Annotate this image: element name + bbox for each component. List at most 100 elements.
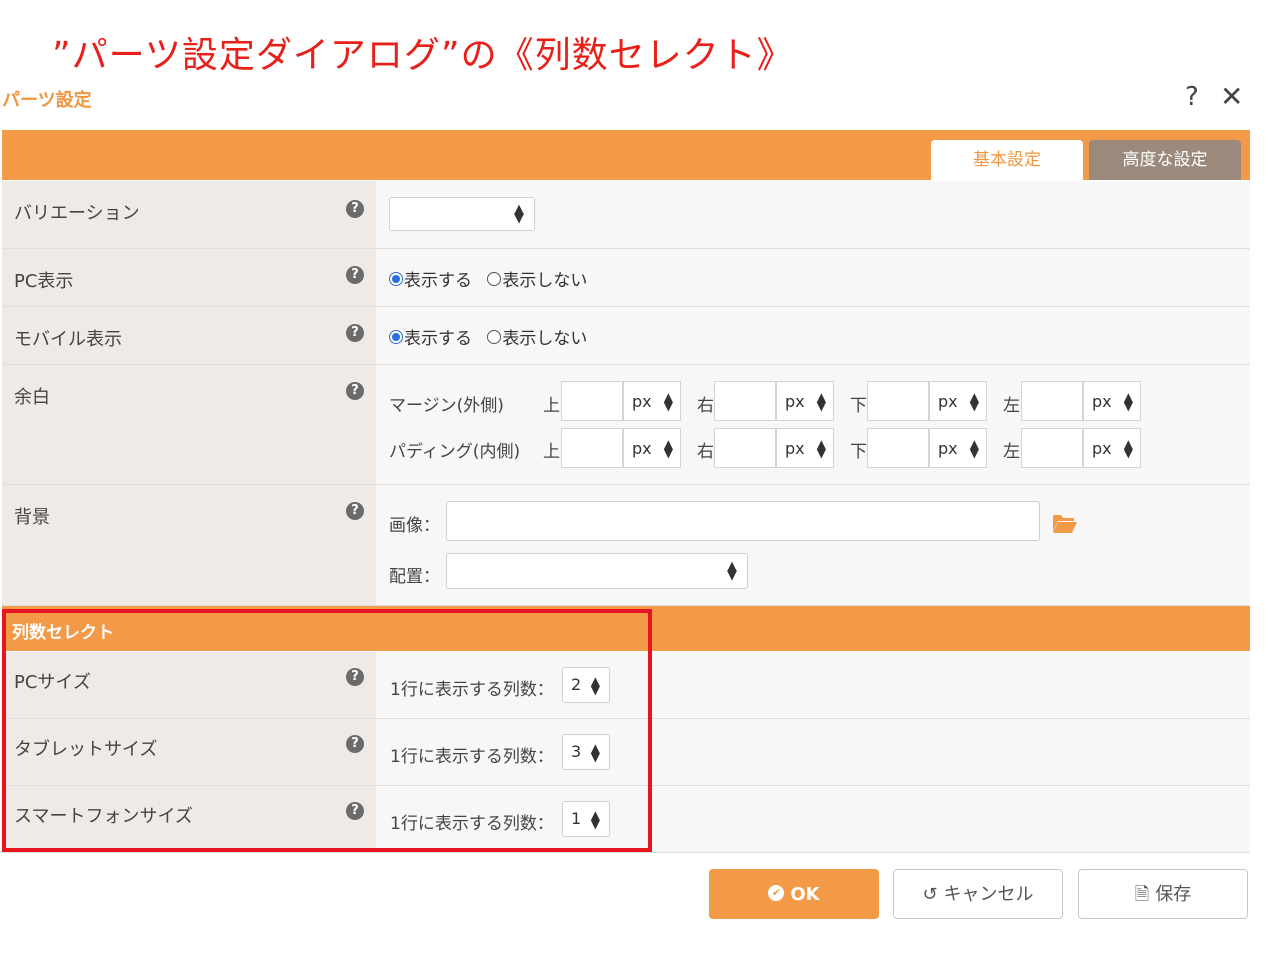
sort-caret-icon: ▲ ▼ xyxy=(816,390,826,413)
sort-caret-icon: ▲ ▼ xyxy=(663,437,673,460)
pc-columns-value: 2 xyxy=(571,675,582,694)
tab-basic-settings[interactable]: 基本設定 xyxy=(931,140,1083,180)
pc-size-row: PCサイズ ? 1行に表示する列数： 2 ▲ ▼ xyxy=(2,652,1250,719)
margin-top-unit-select[interactable]: px ▲ ▼ xyxy=(623,381,681,421)
help-circle-icon[interactable]: ? xyxy=(346,382,364,400)
sort-caret-icon: ▲ ▼ xyxy=(663,390,673,413)
padding-bottom-input[interactable] xyxy=(867,428,929,468)
mobile-display-show-option[interactable]: 表示する xyxy=(389,329,472,349)
check-circle-icon: ✔ xyxy=(768,885,785,901)
smartphone-columns-select[interactable]: 1 ▲ ▼ xyxy=(562,801,610,837)
columns-per-row-label: 1行に表示する列数： xyxy=(390,814,554,834)
smartphone-size-row: スマートフォンサイズ ? 1行に表示する列数： 1 ▲ ▼ xyxy=(2,786,1250,853)
padding-right-label: 右 xyxy=(697,442,714,462)
padding-top-label: 上 xyxy=(543,442,560,462)
padding-left-input[interactable] xyxy=(1021,428,1083,468)
sort-caret-icon: ▲ ▼ xyxy=(816,437,826,460)
label-cell: タブレットサイズ ? xyxy=(2,719,376,785)
sort-caret-icon: ▲ ▼ xyxy=(1123,437,1133,460)
position-label: 配置： xyxy=(389,567,440,587)
smartphone-size-label: スマートフォンサイズ xyxy=(14,806,193,827)
padding-left-label: 左 xyxy=(1003,442,1020,462)
margin-top-input[interactable] xyxy=(561,381,623,421)
undo-icon: ↺ xyxy=(922,884,938,905)
background-label: 背景 xyxy=(14,507,50,528)
help-circle-icon[interactable]: ? xyxy=(346,502,364,520)
smartphone-columns-value: 1 xyxy=(571,809,582,828)
cancel-button[interactable]: ↺ キャンセル xyxy=(893,869,1063,919)
margin-left-unit-select[interactable]: px ▲ ▼ xyxy=(1083,381,1141,421)
margin-right-unit-select[interactable]: px ▲ ▼ xyxy=(776,381,834,421)
pc-display-hide-option[interactable]: 表示しない xyxy=(487,271,587,291)
option-label: 表示する xyxy=(404,329,472,349)
radio-unchecked-icon[interactable] xyxy=(487,330,502,344)
margin-bottom-unit-select[interactable]: px ▲ ▼ xyxy=(929,381,987,421)
margin-top-label: 上 xyxy=(543,396,560,416)
pc-size-label: PCサイズ xyxy=(14,672,91,693)
columns-per-row-label: 1行に表示する列数： xyxy=(390,747,554,767)
help-circle-icon[interactable]: ? xyxy=(346,735,364,753)
option-label: 表示する xyxy=(404,271,472,291)
tablet-columns-select[interactable]: 3 ▲ ▼ xyxy=(562,734,610,770)
position-select[interactable]: ▲ ▼ xyxy=(446,553,748,589)
margin-bottom-input[interactable] xyxy=(867,381,929,421)
option-label: 表示しない xyxy=(502,271,588,291)
mobile-display-label: モバイル表示 xyxy=(14,329,122,350)
image-label: 画像： xyxy=(389,516,440,536)
pc-display-row: PC表示 ? 表示する 表示しない xyxy=(2,249,1250,307)
tablet-size-label: タブレットサイズ xyxy=(14,739,158,760)
pc-columns-select[interactable]: 2 ▲ ▼ xyxy=(562,667,610,703)
ok-label: OK xyxy=(790,884,820,905)
radio-unchecked-icon[interactable] xyxy=(487,272,502,286)
padding-top-unit-select[interactable]: px ▲ ▼ xyxy=(623,428,681,468)
image-path-input[interactable] xyxy=(446,501,1040,541)
unit-value: px xyxy=(938,392,958,411)
folder-open-icon[interactable] xyxy=(1052,512,1078,534)
mobile-display-hide-option[interactable]: 表示しない xyxy=(487,329,587,349)
label-cell: PCサイズ ? xyxy=(2,652,376,718)
column-select-title: 列数セレクト xyxy=(12,623,114,643)
variation-select[interactable]: ▲ ▼ xyxy=(389,197,535,231)
help-circle-icon[interactable]: ? xyxy=(346,200,364,218)
margin-bottom-label: 下 xyxy=(850,396,867,416)
close-button[interactable]: ✕ xyxy=(1220,80,1243,113)
ok-button[interactable]: ✔ OK xyxy=(709,869,879,919)
unit-value: px xyxy=(938,439,958,458)
unit-value: px xyxy=(1092,392,1112,411)
help-circle-icon[interactable]: ? xyxy=(346,668,364,686)
unit-value: px xyxy=(632,392,652,411)
help-button[interactable]: ? xyxy=(1185,82,1199,112)
padding-right-input[interactable] xyxy=(714,428,776,468)
unit-value: px xyxy=(1092,439,1112,458)
unit-value: px xyxy=(632,439,652,458)
column-select-section-header: 列数セレクト xyxy=(2,606,1250,651)
cancel-label: キャンセル xyxy=(943,884,1034,905)
pc-display-show-option[interactable]: 表示する xyxy=(389,271,472,291)
radio-checked-icon[interactable] xyxy=(389,330,403,344)
label-cell: モバイル表示 ? xyxy=(2,307,376,364)
margin-right-input[interactable] xyxy=(714,381,776,421)
mobile-display-row: モバイル表示 ? 表示する 表示しない xyxy=(2,307,1250,365)
save-button[interactable]: 🗎 保存 xyxy=(1078,869,1248,919)
padding-left-unit-select[interactable]: px ▲ ▼ xyxy=(1083,428,1141,468)
sort-caret-icon: ▲ ▼ xyxy=(1123,390,1133,413)
save-label: 保存 xyxy=(1155,884,1192,905)
tab-advanced-settings[interactable]: 高度な設定 xyxy=(1089,140,1241,180)
page-heading: ”パーツ設定ダイアログ”の《列数セレクト》 xyxy=(52,35,794,76)
spacing-row: 余白 ? マージン(外側) 上 px ▲ ▼ 右 px ▲ ▼ 下 px ▲ ▼ 左 px ▲… xyxy=(2,365,1250,485)
sort-caret-icon: ▲ ▼ xyxy=(969,437,979,460)
margin-left-label: 左 xyxy=(1003,396,1020,416)
document-icon: 🗎 xyxy=(1134,884,1150,905)
padding-bottom-unit-select[interactable]: px ▲ ▼ xyxy=(929,428,987,468)
margin-left-input[interactable] xyxy=(1021,381,1083,421)
sort-caret-icon: ▲ ▼ xyxy=(514,202,524,226)
padding-top-input[interactable] xyxy=(561,428,623,468)
help-circle-icon[interactable]: ? xyxy=(346,802,364,820)
padding-right-unit-select[interactable]: px ▲ ▼ xyxy=(776,428,834,468)
mobile-display-radio-group: 表示する 表示しない xyxy=(389,324,597,349)
dialog-title: パーツ設定 xyxy=(2,90,92,111)
help-circle-icon[interactable]: ? xyxy=(346,324,364,342)
spacing-label: 余白 xyxy=(14,387,50,408)
help-circle-icon[interactable]: ? xyxy=(346,266,364,284)
radio-checked-icon[interactable] xyxy=(389,272,403,286)
